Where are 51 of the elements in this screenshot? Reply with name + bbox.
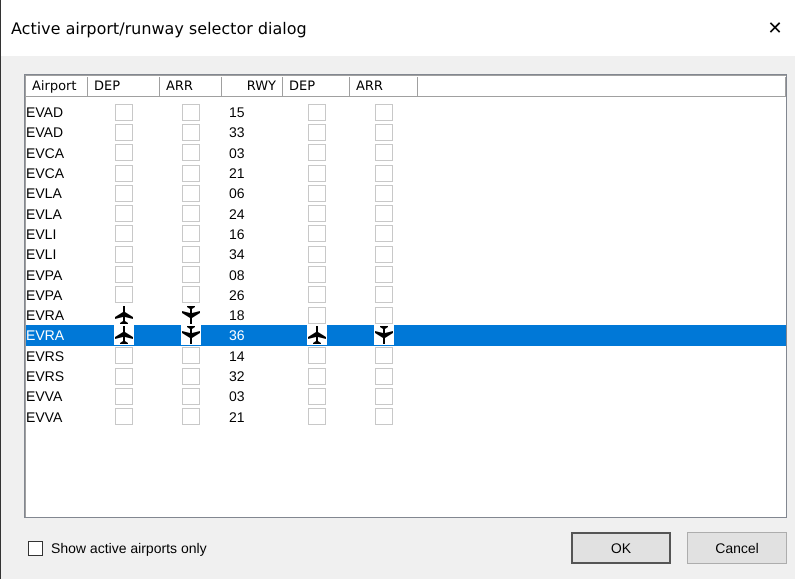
runway-cell-text: 06 bbox=[228, 185, 245, 202]
runway-cell-text: 24 bbox=[228, 206, 245, 222]
runway-cell-text: 14 bbox=[228, 348, 245, 364]
airport-cell: EVVA bbox=[26, 408, 62, 425]
runway-cell-text: 34 bbox=[228, 246, 245, 262]
plane-down-icon[interactable] bbox=[181, 325, 201, 346]
ok-button[interactable]: OK bbox=[571, 532, 671, 564]
airport-cell: EVAD bbox=[26, 104, 64, 120]
airport-cell: EVLA bbox=[26, 206, 62, 222]
runway-cell-text: 16 bbox=[228, 226, 245, 242]
airport-cell: EVRA bbox=[26, 307, 64, 324]
column-header[interactable]: DEP bbox=[88, 77, 160, 97]
airport-cell: EVVA bbox=[26, 388, 62, 404]
airport-cell: EVLI bbox=[26, 226, 56, 242]
runway-cell-text: 03 bbox=[228, 388, 245, 404]
runway-cell-text: 03 bbox=[228, 144, 245, 161]
runway-cell-text: 08 bbox=[228, 266, 245, 283]
column-header[interactable]: ARR bbox=[160, 77, 222, 97]
airport-cell: EVRA bbox=[26, 327, 64, 344]
close-button[interactable]: ✕ bbox=[755, 8, 795, 48]
runway-cell-text: 21 bbox=[228, 408, 245, 425]
runway-cell-text: 18 bbox=[228, 307, 245, 324]
airport-cell: EVRS bbox=[26, 368, 64, 384]
table-row[interactable]: EVRA 36 bbox=[26, 325, 786, 346]
airport-cell: EVCA bbox=[26, 165, 64, 182]
runway-cell-text: 33 bbox=[228, 124, 245, 140]
cancel-button[interactable]: Cancel bbox=[687, 532, 787, 564]
runway-cell-text: 15 bbox=[228, 104, 245, 120]
airport-cell: EVPA bbox=[26, 266, 62, 283]
checkbox[interactable] bbox=[28, 540, 43, 556]
airport-cell: EVCA bbox=[26, 144, 64, 161]
window-title: Active airport/runway selector dialog bbox=[11, 18, 307, 38]
runway-cell-text: 26 bbox=[228, 286, 245, 303]
plane-up-icon[interactable] bbox=[114, 325, 134, 346]
airport-cell: EVPA bbox=[26, 286, 62, 303]
plane-down-icon[interactable] bbox=[374, 325, 394, 346]
table-row[interactable]: EVRA 18 bbox=[26, 304, 786, 326]
column-header[interactable]: Airport bbox=[26, 77, 88, 97]
column-header[interactable]: DEP bbox=[283, 77, 350, 97]
column-header[interactable]: RWY bbox=[222, 77, 283, 97]
checkbox-label[interactable]: Show active airports only bbox=[51, 540, 207, 556]
plane-up-icon[interactable] bbox=[306, 325, 326, 346]
airport-cell: EVRS bbox=[26, 348, 64, 364]
airport-cell: EVAD bbox=[26, 124, 64, 140]
runway-cell-text: 36 bbox=[228, 327, 245, 344]
airport-cell: EVLI bbox=[26, 246, 56, 262]
column-header[interactable]: ARR bbox=[350, 77, 418, 97]
airport-cell: EVLA bbox=[26, 185, 62, 202]
column-header[interactable] bbox=[418, 77, 786, 97]
runway-cell-text: 21 bbox=[228, 165, 245, 182]
runway-cell-text: 32 bbox=[228, 368, 245, 384]
